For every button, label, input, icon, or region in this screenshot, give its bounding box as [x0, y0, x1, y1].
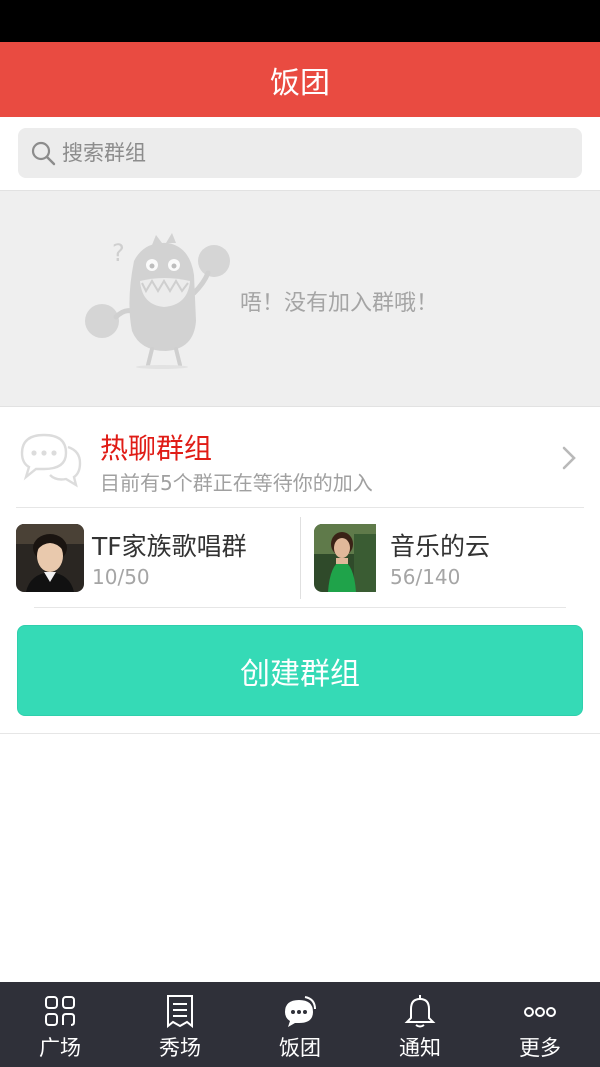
divider [0, 733, 600, 734]
search-bar [0, 117, 600, 191]
hot-groups-subtitle: 目前有5个群正在等待你的加入 [100, 471, 373, 495]
svg-text:?: ? [112, 239, 125, 267]
group-member-count: 56/140 [390, 565, 461, 589]
nav-label: 广场 [39, 1036, 81, 1060]
nav-label: 更多 [519, 1036, 561, 1060]
more-icon [524, 1007, 556, 1017]
chat-bubble-icon [285, 996, 316, 1027]
empty-message: 唔！没有加入群哦！ [240, 291, 439, 316]
status-bar [0, 0, 600, 42]
create-group-button[interactable]: 创建群组 [17, 625, 583, 716]
group-name: 音乐的云 [390, 532, 491, 561]
empty-state: ? 唔！没有加入群哦！ [0, 191, 600, 407]
nav-item-showcase[interactable]: 秀场 [120, 982, 240, 1067]
nav-label: 饭团 [279, 1036, 321, 1060]
group-name: TF家族歌唱群 [92, 532, 247, 561]
divider [34, 607, 566, 608]
bell-icon [404, 995, 436, 1028]
nav-item-fan-group[interactable]: 饭团 [240, 982, 360, 1067]
hot-groups-row[interactable]: 热聊群组 目前有5个群正在等待你的加入 [0, 407, 600, 507]
nav-item-notifications[interactable]: 通知 [360, 982, 480, 1067]
search-box[interactable] [18, 128, 582, 178]
nav-label: 通知 [399, 1036, 441, 1060]
hot-groups-title: 热聊群组 [100, 432, 213, 465]
group-member-count: 10/50 [92, 565, 150, 589]
avatar [314, 524, 382, 592]
group-card[interactable]: 音乐的云 56/140 [314, 517, 594, 597]
search-input[interactable] [62, 141, 542, 165]
chat-bubbles-icon [20, 433, 82, 488]
group-card[interactable]: TF家族歌唱群 10/50 [16, 517, 296, 597]
chevron-right-icon [562, 446, 576, 470]
nav-item-more[interactable]: 更多 [480, 982, 600, 1067]
divider [300, 517, 301, 599]
mascot-illustration: ? [85, 233, 230, 369]
nav-item-plaza[interactable]: 广场 [0, 982, 120, 1067]
page-title: 饭团 [270, 65, 330, 101]
search-icon [31, 141, 56, 166]
bottom-nav: 广场 秀场 饭团 通知 更多 [0, 982, 600, 1067]
divider [16, 507, 584, 508]
nav-label: 秀场 [159, 1036, 201, 1060]
grid-icon [45, 996, 75, 1026]
document-icon [167, 995, 193, 1028]
avatar [16, 524, 84, 592]
app-header: 饭团 [0, 42, 600, 117]
